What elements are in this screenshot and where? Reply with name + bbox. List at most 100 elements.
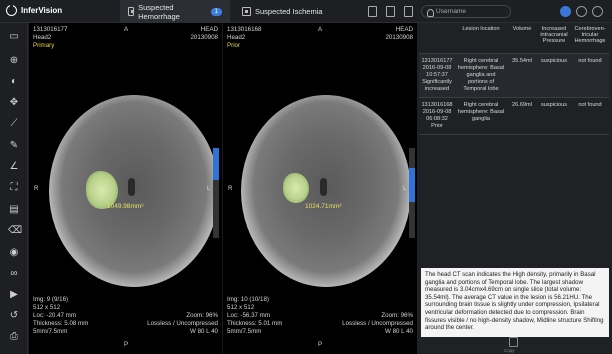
zoom-icon[interactable]: ⊕	[8, 55, 20, 67]
play-icon[interactable]: ▶	[8, 289, 20, 301]
column-header: Cerebroven-tricular Hemorrhage	[571, 23, 609, 54]
column-header: Lesion location	[455, 23, 507, 54]
tab-suspected-hemorrhage[interactable]: Suspected Hemorrhage 1	[120, 0, 230, 23]
slice-thickness: Thickness: 5.01 mm	[227, 320, 283, 327]
pan-icon[interactable]: ✥	[8, 97, 20, 109]
tab-suspected-ischemia[interactable]: Suspected Ischemia	[234, 0, 344, 23]
compression: Lossless / Uncompressed	[147, 320, 218, 327]
study-date: 20130908	[190, 34, 218, 41]
study-status: Significantly	[422, 78, 452, 85]
series-name: Head2	[33, 34, 52, 41]
study-status-detail: increased	[424, 85, 450, 92]
series-name: Head2	[227, 34, 246, 41]
slice-thickness: Thickness: 5.08 mm	[33, 320, 89, 327]
ventricle	[320, 178, 327, 196]
lesion-location-cell: Right cerebral hemisphere: Basal ganglia…	[455, 53, 507, 98]
reset-icon[interactable]: ↺	[8, 310, 20, 322]
username-field[interactable]: Username	[421, 5, 511, 18]
image-index: Img: 9 (9/16)	[33, 296, 69, 303]
compression: Lossless / Uncompressed	[342, 320, 413, 327]
roi-icon[interactable]: ⛶	[8, 182, 20, 194]
scrollbar-thumb[interactable]	[409, 168, 415, 202]
orientation-right: L	[207, 186, 211, 192]
pipette-icon[interactable]: ✎	[8, 140, 20, 152]
study-status: Prior	[431, 122, 443, 129]
orientation-left: R	[34, 186, 39, 192]
lesion-measurement: 1049.98mm²	[107, 203, 144, 210]
spacing: 5mm/7.5mm	[33, 328, 68, 335]
pressure-cell: suspicious	[537, 53, 571, 98]
study-time: 06:08:32	[426, 115, 448, 122]
orientation-top: A	[318, 26, 323, 33]
volume-cell: 26.69ml	[507, 97, 537, 135]
copy-label: Copy	[504, 348, 515, 353]
eraser-icon[interactable]: ⌫	[8, 225, 22, 237]
settings-icon[interactable]	[592, 6, 603, 17]
image-index: Img: 10 (10/18)	[227, 296, 269, 303]
layout-icon[interactable]: ▭	[8, 31, 20, 43]
copy-icon[interactable]	[509, 337, 518, 347]
link-icon[interactable]: ∞	[8, 268, 20, 280]
history-icon[interactable]	[576, 6, 587, 17]
contrast-icon[interactable]: ◐	[8, 76, 20, 88]
print-icon[interactable]: ⎙	[8, 331, 20, 343]
visibility-icon[interactable]: ◉	[8, 247, 20, 259]
zoom-level: Zoom: 96%	[381, 312, 413, 319]
study-time: 10:57:37	[426, 71, 448, 78]
series-id: 1313016177	[33, 26, 68, 33]
study-icon	[242, 7, 251, 16]
tab-label: Suspected Ischemia	[255, 7, 323, 16]
angle-icon[interactable]: ∠	[8, 161, 20, 173]
export-icon[interactable]	[404, 6, 413, 17]
matrix-size: 512 x 512	[33, 304, 61, 311]
logo-icon	[6, 3, 17, 16]
slice-location: Loc: -20.47 mm	[33, 312, 76, 319]
ruler-icon[interactable]: ⟋	[8, 118, 20, 130]
viewport-primary[interactable]: 1313016177 Head2 Primary HEAD 20130908 A…	[28, 23, 222, 354]
table-row[interactable]: 1313016177 2016-09-08 10:57:37 Significa…	[419, 53, 609, 98]
orientation-bottom: P	[124, 341, 129, 348]
pressure-cell: suspicious	[537, 97, 571, 135]
hemorrhage-cell: not found	[571, 97, 609, 135]
window-level: W 80 L 40	[385, 328, 413, 335]
user-avatar-icon[interactable]	[560, 6, 571, 17]
column-header: Increased intracranial Pressure	[537, 23, 571, 54]
app-logo: InferVision	[6, 3, 62, 16]
lesion-measurement: 1024.71mm²	[305, 203, 342, 210]
series-id: 1313016168	[227, 26, 262, 33]
series-role: Primary	[33, 42, 55, 49]
series-role: Prior	[227, 42, 241, 49]
orientation-right: L	[403, 186, 407, 192]
slice-scrollbar[interactable]	[213, 148, 219, 238]
table-header-row: Lesion location Volume Increased intracr…	[419, 23, 609, 54]
slice-location: Loc: -56.37 mm	[227, 312, 270, 319]
zoom-level: Zoom: 96%	[186, 312, 218, 319]
ventricle	[128, 178, 135, 196]
study-icon	[128, 7, 135, 16]
column-header	[419, 23, 455, 54]
lesion-highlight	[283, 173, 309, 203]
tab-count-badge: 1	[210, 7, 222, 16]
report-text[interactable]: The head CT scan indicates the High dens…	[421, 268, 609, 337]
findings-table: Lesion location Volume Increased intracr…	[419, 23, 609, 135]
document-icon[interactable]	[368, 6, 377, 17]
username-placeholder: Username	[436, 8, 466, 15]
matrix-size: 512 x 512	[227, 304, 255, 311]
slice-scrollbar[interactable]	[409, 148, 415, 238]
tool-sidebar: ▭ ⊕ ◐ ✥ ⟋ ✎ ∠ ⛶ ▤ ⌫ ◉ ∞ ▶ ↺ ⎙	[0, 23, 28, 354]
scrollbar-thumb[interactable]	[213, 148, 219, 180]
body-part: HEAD	[395, 26, 413, 33]
body-part: HEAD	[200, 26, 218, 33]
study-id: 1313016168	[421, 101, 453, 108]
study-id: 1313016177	[421, 57, 453, 64]
report-icon[interactable]	[386, 6, 395, 17]
orientation-top: A	[124, 26, 129, 33]
viewport-prior[interactable]: 1313016168 Head2 Prior HEAD 20130908 A 1…	[222, 23, 417, 354]
stack-icon[interactable]: ▤	[8, 204, 20, 216]
column-header: Volume	[507, 23, 537, 54]
spacing: 5mm/7.5mm	[227, 328, 262, 335]
study-date: 2016-09-08	[422, 64, 452, 71]
study-cell: 1313016177 2016-09-08 10:57:37 Significa…	[419, 53, 455, 98]
table-row[interactable]: 1313016168 2016-09-08 06:08:32 Prior Rig…	[419, 97, 609, 135]
volume-cell: 35.54ml	[507, 53, 537, 98]
